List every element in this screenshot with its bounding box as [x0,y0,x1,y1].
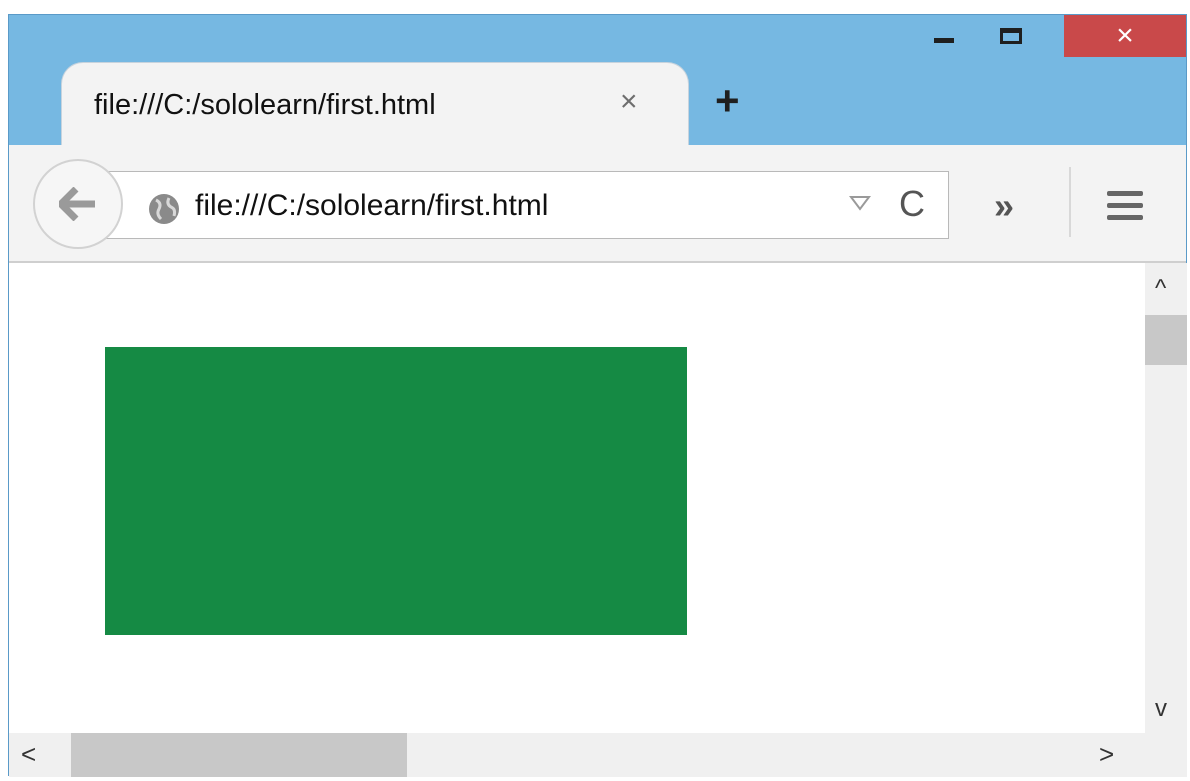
back-arrow-icon [59,187,95,221]
dropdown-triangle-icon[interactable] [849,195,871,211]
new-tab-button[interactable]: + [715,77,740,125]
scroll-down-icon[interactable]: v [1155,695,1167,723]
globe-icon [149,194,179,224]
browser-tab[interactable]: file:///C:/sololearn/first.html × [61,62,689,147]
close-icon: × [1116,19,1134,52]
toolbar-divider [1069,167,1071,237]
horizontal-scroll-thumb[interactable] [71,733,407,777]
maximize-button[interactable] [981,15,1041,57]
vertical-scroll-thumb[interactable] [1145,315,1187,365]
overflow-button[interactable]: » [994,185,1014,227]
url-text: file:///C:/sololearn/first.html [195,189,549,222]
horizontal-scrollbar[interactable]: < > [9,733,1187,777]
page-viewport [9,263,1145,733]
chevron-double-right-icon: » [994,185,1015,226]
hamburger-menu-icon[interactable] [1107,191,1143,227]
title-bar: × file:///C:/sololearn/first.html × + [9,15,1186,147]
navigation-bar: file:///C:/sololearn/first.html C » [9,145,1186,263]
browser-window: × file:///C:/sololearn/first.html × + fi… [8,14,1187,777]
minimize-button[interactable] [911,15,977,57]
reload-button[interactable]: C [899,183,925,225]
vertical-scrollbar[interactable]: ^ v [1145,263,1187,733]
reload-icon: C [899,183,925,224]
scroll-left-icon[interactable]: < [21,739,36,770]
minimize-icon [934,37,954,43]
green-box [105,347,687,635]
scroll-right-icon[interactable]: > [1099,739,1114,770]
back-button[interactable] [33,159,123,249]
maximize-icon [1000,28,1022,44]
tab-title: file:///C:/sololearn/first.html [94,89,436,121]
close-window-button[interactable]: × [1064,15,1186,57]
scroll-up-icon[interactable]: ^ [1155,275,1166,303]
tab-close-button[interactable]: × [620,85,638,119]
